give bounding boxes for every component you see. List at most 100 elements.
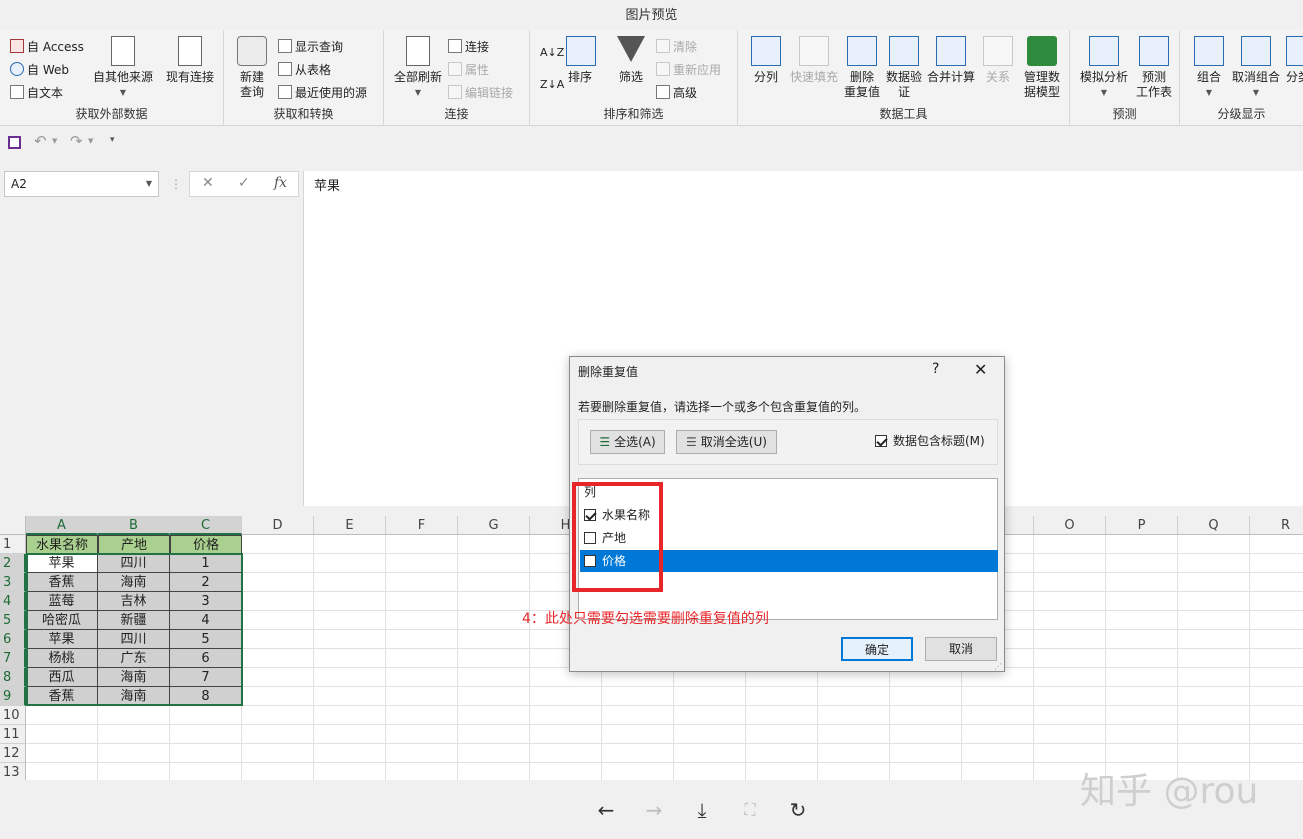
cell[interactable] [1106,744,1178,763]
cell[interactable] [1250,611,1303,630]
cell[interactable] [1250,554,1303,573]
cell[interactable] [26,744,98,763]
cell[interactable] [1178,573,1250,592]
cell[interactable]: 8 [170,687,242,706]
next-arrow-icon[interactable]: → [642,798,666,822]
cell[interactable] [314,649,386,668]
from-table-button[interactable]: 从表格 [278,59,331,81]
cell[interactable]: 西瓜 [26,668,98,687]
row-header[interactable]: 10 [0,706,26,725]
column-header[interactable]: B [98,516,170,535]
cell[interactable] [458,649,530,668]
clear-button[interactable]: 清除 [656,36,697,58]
cell[interactable] [386,611,458,630]
cell[interactable] [314,744,386,763]
cell[interactable]: 香蕉 [26,573,98,592]
cell[interactable]: 新疆 [98,611,170,630]
cell[interactable] [386,706,458,725]
cell[interactable]: 水果名称 [26,535,98,554]
cell[interactable] [242,668,314,687]
cell[interactable] [1106,687,1178,706]
cell[interactable] [746,744,818,763]
edit-links-button[interactable]: 编辑链接 [448,82,513,104]
forecast-sheet-button[interactable]: 预测 工作表 [1134,36,1174,100]
row-header[interactable]: 9 [0,687,26,706]
cell[interactable] [1106,725,1178,744]
column-header[interactable]: R [1250,516,1303,535]
chevron-down-icon[interactable]: ▼ [88,137,93,145]
cell[interactable] [674,687,746,706]
cell[interactable] [314,706,386,725]
cell[interactable] [1178,554,1250,573]
cell[interactable] [1034,573,1106,592]
cell[interactable] [1034,668,1106,687]
existing-connections-button[interactable]: 现有连接 [162,36,218,85]
cell[interactable] [386,763,458,780]
cell[interactable] [26,725,98,744]
cell[interactable] [962,744,1034,763]
cell[interactable] [602,687,674,706]
cell[interactable] [746,687,818,706]
cell[interactable] [1106,706,1178,725]
ungroup-button[interactable]: 取消组合 ▼ [1230,36,1282,100]
row-header[interactable]: 4 [0,592,26,611]
subtotal-button[interactable]: 分类 [1286,36,1303,85]
cell[interactable] [1178,535,1250,554]
cell[interactable] [1178,649,1250,668]
cell[interactable] [242,554,314,573]
cell[interactable] [1178,668,1250,687]
refresh-all-button[interactable]: 全部刷新 ▼ [392,36,444,100]
column-header[interactable]: Q [1178,516,1250,535]
remove-duplicates-button[interactable]: 删除 重复值 [842,36,882,100]
name-box[interactable]: A2 ▼ [4,171,159,197]
previous-arrow-icon[interactable]: ← [594,798,618,822]
cell[interactable] [386,592,458,611]
show-queries-button[interactable]: 显示查询 [278,36,343,58]
cell[interactable] [602,744,674,763]
row-header[interactable]: 7 [0,649,26,668]
cell[interactable] [1034,687,1106,706]
cell[interactable] [458,725,530,744]
list-item[interactable]: 水果名称 [580,504,998,526]
data-validation-button[interactable]: 数据验 证 [884,36,924,100]
cell[interactable]: 广东 [98,649,170,668]
cell[interactable] [386,725,458,744]
cancel-entry-icon[interactable]: ✕ [202,175,214,191]
from-other-sources-button[interactable]: 自其他来源 ▼ [92,36,154,100]
cell[interactable] [314,725,386,744]
cell[interactable] [1034,706,1106,725]
cell[interactable] [1106,611,1178,630]
cell[interactable] [674,706,746,725]
column-header[interactable]: O [1034,516,1106,535]
relationships-button[interactable]: 关系 [982,36,1014,85]
select-all-corner[interactable] [0,516,26,535]
new-query-button[interactable]: 新建 查询 [232,36,272,100]
unselect-all-button[interactable]: ☰ 取消全选(U) [676,430,777,454]
cell[interactable] [818,687,890,706]
cell[interactable] [1178,744,1250,763]
cell[interactable]: 四川 [98,630,170,649]
column-checkbox[interactable] [584,532,596,544]
connections-button[interactable]: 连接 [448,36,489,58]
cell[interactable] [242,535,314,554]
cell[interactable]: 7 [170,668,242,687]
cell[interactable] [242,573,314,592]
cell[interactable] [314,668,386,687]
help-icon[interactable]: ? [932,361,939,377]
row-header[interactable]: 2 [0,554,26,573]
cell[interactable] [458,535,530,554]
cell[interactable] [746,706,818,725]
cell[interactable] [1034,725,1106,744]
cell[interactable] [890,744,962,763]
cell[interactable] [98,706,170,725]
cell[interactable] [26,763,98,780]
column-checkbox[interactable] [584,555,596,567]
cell[interactable]: 海南 [98,573,170,592]
cell[interactable]: 四川 [98,554,170,573]
cell[interactable] [1250,592,1303,611]
from-access-button[interactable]: 自 Access [10,36,84,58]
cell[interactable]: 苹果 [26,554,98,573]
cell[interactable]: 2 [170,573,242,592]
column-checkbox[interactable] [584,509,596,521]
group-button[interactable]: 组合 ▼ [1194,36,1224,100]
